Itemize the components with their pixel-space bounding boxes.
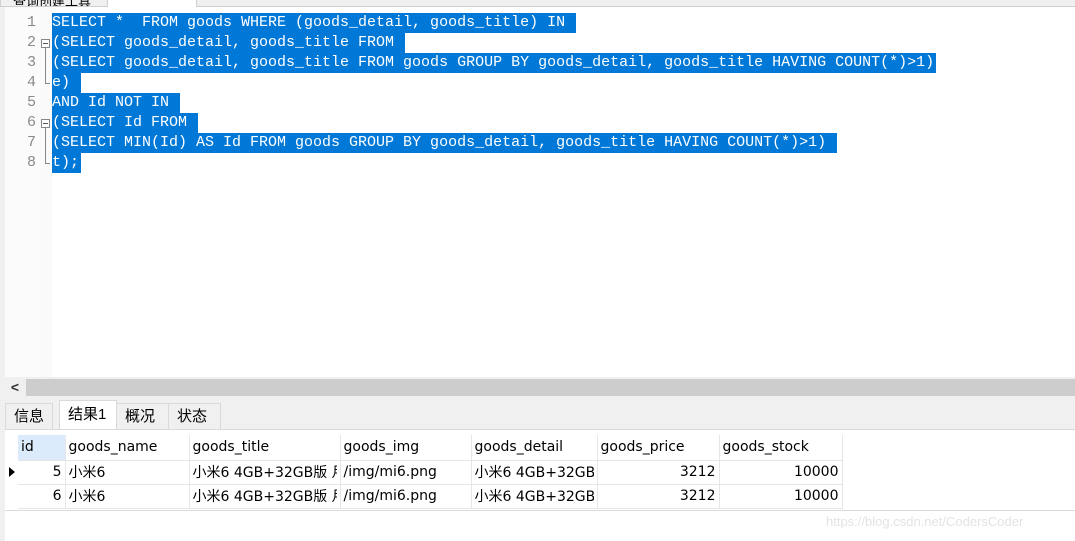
scrollbar-thumb[interactable] xyxy=(26,379,1075,396)
query-builder-tab[interactable]: 查询创建工具 xyxy=(0,0,108,7)
column-header-goods-name[interactable]: goods_name xyxy=(65,435,190,461)
tab-result-1[interactable]: 结果1 xyxy=(59,400,117,430)
column-header-goods-img[interactable]: goods_img xyxy=(340,435,472,461)
cell-goods-img[interactable]: /img/mi6.png xyxy=(340,460,472,485)
sql-editor[interactable]: 1 SELECT * FROM goods WHERE (goods_detail… xyxy=(5,7,1075,377)
fold-guide-line xyxy=(45,133,46,153)
line-number: 6 xyxy=(26,114,36,131)
scroll-left-arrow-icon[interactable]: < xyxy=(5,377,25,397)
fold-guide-line xyxy=(45,53,46,73)
fold-guide xyxy=(41,133,50,153)
column-header-goods-title[interactable]: goods_title xyxy=(189,435,341,461)
line-number: 8 xyxy=(26,154,36,171)
cell-goods-price[interactable]: 3212 xyxy=(597,460,720,485)
cell-goods-name[interactable]: 小米6 xyxy=(65,484,190,509)
cell-goods-title[interactable]: 小米6 4GB+32GB版 月 xyxy=(189,484,341,509)
fold-end-line xyxy=(45,153,50,164)
column-header-goods-price[interactable]: goods_price xyxy=(597,435,720,461)
tab-info[interactable]: 信息 xyxy=(5,403,53,429)
selected-code-text[interactable]: (SELECT MIN(Id) AS Id FROM goods GROUP B… xyxy=(52,133,838,153)
watermark: https://blog.csdn.net/CodersCoder xyxy=(826,514,1024,529)
current-row-indicator xyxy=(5,460,18,484)
table-row[interactable]: 6 小米6 小米6 4GB+32GB版 月 /img/mi6.png 小米6 4… xyxy=(18,484,843,509)
selected-code-text[interactable]: (SELECT goods_detail, goods_title FROM xyxy=(52,33,406,53)
editor-horizontal-scrollbar[interactable]: < xyxy=(5,377,1075,397)
top-tab-strip: 查询创建工具 xyxy=(0,0,1075,7)
result-table: id goods_name goods_title goods_img good… xyxy=(18,435,843,509)
minus-box-icon[interactable] xyxy=(41,39,50,48)
line-number: 5 xyxy=(26,94,36,111)
grid-bottom-border xyxy=(5,510,1075,511)
fold-end-line xyxy=(45,73,50,84)
tab-status[interactable]: 状态 xyxy=(168,403,221,429)
column-header-goods-stock[interactable]: goods_stock xyxy=(719,435,843,461)
top-tab-strip-background xyxy=(196,0,1075,7)
fold-end-marker xyxy=(41,153,50,173)
selected-code-text[interactable]: AND Id NOT IN xyxy=(52,93,181,113)
tab-overview[interactable]: 概况 xyxy=(116,403,169,429)
row-pointer-icon xyxy=(9,467,15,477)
minus-box-icon[interactable] xyxy=(41,119,50,128)
cell-goods-title[interactable]: 小米6 4GB+32GB版 月 xyxy=(189,460,341,485)
fold-end-marker xyxy=(41,73,50,93)
line-number: 3 xyxy=(26,54,36,71)
line-number: 2 xyxy=(26,34,36,51)
line-number: 4 xyxy=(26,74,36,91)
cell-goods-price[interactable]: 3212 xyxy=(597,484,720,509)
fold-empty xyxy=(41,93,50,113)
cell-goods-name[interactable]: 小米6 xyxy=(65,460,190,485)
selected-code-text[interactable]: e) xyxy=(52,73,82,93)
selected-code-text[interactable]: (SELECT goods_detail, goods_title FROM g… xyxy=(52,53,937,73)
result-tabs: 信息 结果1 概况 状态 xyxy=(5,397,1075,430)
fold-empty xyxy=(41,13,50,33)
selected-code-text[interactable]: (SELECT Id FROM xyxy=(52,113,199,133)
cell-goods-img[interactable]: /img/mi6.png xyxy=(340,484,472,509)
cell-id[interactable]: 6 xyxy=(18,484,66,509)
line-number: 1 xyxy=(26,14,36,31)
column-header-goods-detail[interactable]: goods_detail xyxy=(471,435,598,461)
table-row[interactable]: 5 小米6 小米6 4GB+32GB版 月 /img/mi6.png 小米6 4… xyxy=(18,460,843,485)
cell-goods-stock[interactable]: 10000 xyxy=(719,460,843,485)
fold-collapse-icon[interactable] xyxy=(41,113,50,133)
line-number: 7 xyxy=(26,134,36,151)
selected-code-text[interactable]: SELECT * FROM goods WHERE (goods_detail,… xyxy=(52,13,577,33)
cell-goods-detail[interactable]: 小米6 4GB+32GB| xyxy=(471,484,598,509)
cell-id[interactable]: 5 xyxy=(18,460,66,485)
column-header-id[interactable]: id xyxy=(18,435,66,461)
cell-goods-detail[interactable]: 小米6 4GB+32GB| xyxy=(471,460,598,485)
fold-guide xyxy=(41,53,50,73)
selected-code-text[interactable]: t); xyxy=(52,153,82,173)
fold-collapse-icon[interactable] xyxy=(41,33,50,53)
cell-goods-stock[interactable]: 10000 xyxy=(719,484,843,509)
table-header-row: id goods_name goods_title goods_img good… xyxy=(18,435,843,461)
